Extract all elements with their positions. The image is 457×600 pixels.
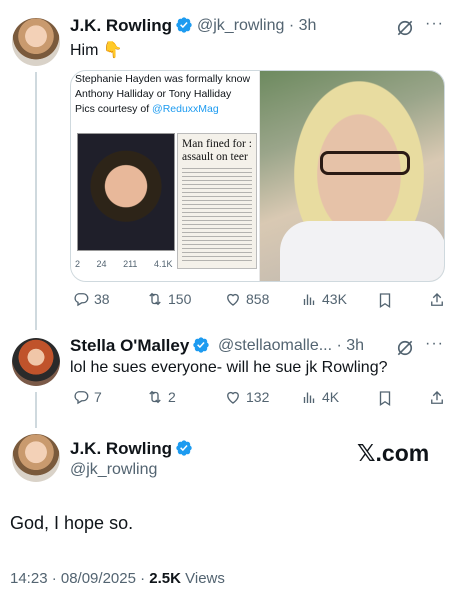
- author-handle[interactable]: @jk_rowling: [70, 461, 157, 479]
- like-count: 132: [246, 389, 270, 405]
- like-button[interactable]: 132: [224, 388, 269, 406]
- author-name[interactable]: Stella O'Malley: [70, 336, 210, 356]
- tweet-timestamp[interactable]: 14:23 · 08/09/2025 · 2.5K Views: [10, 570, 225, 587]
- tweet-time[interactable]: 3h: [299, 17, 317, 34]
- glasses-shape: [320, 151, 410, 175]
- embedded-text: was formally know: [161, 73, 251, 85]
- analytics-icon: [303, 392, 315, 403]
- avatar[interactable]: [12, 434, 60, 482]
- analytics-icon: [303, 294, 315, 305]
- heart-icon: [227, 391, 239, 404]
- repost-icon: [149, 390, 161, 404]
- thread-connector-line: [35, 392, 37, 428]
- grok-icon[interactable]: [395, 338, 415, 358]
- author-name-text: J.K. Rowling: [70, 16, 172, 35]
- tweet-text: Him 👇: [70, 42, 123, 59]
- repost-count: 2: [168, 389, 176, 405]
- like-button[interactable]: 858: [224, 290, 269, 308]
- selfie-image[interactable]: [260, 71, 444, 281]
- handle-text: @jk_rowling: [197, 17, 285, 34]
- views-count: 2.5K: [149, 570, 181, 587]
- reply-button[interactable]: 7: [72, 388, 102, 406]
- views-button[interactable]: 43K: [300, 290, 347, 308]
- author-name[interactable]: J.K. Rowling: [70, 16, 193, 36]
- embedded-text: Pics courtesy of: [75, 103, 153, 115]
- embedded-media[interactable]: Stephanie Hayden was formally know Antho…: [70, 70, 445, 282]
- heart-icon: [227, 293, 239, 306]
- embedded-name: Stephanie Hayden: [75, 73, 162, 85]
- embedded-like-count: 211: [123, 259, 138, 269]
- author-handle[interactable]: @jk_rowling · 3h: [197, 17, 316, 35]
- watermark: 𝕏.com: [357, 440, 430, 466]
- handle-text: @stellaomalle...: [218, 337, 333, 354]
- verified-badge-icon: [176, 440, 192, 456]
- screenshot-image[interactable]: Stephanie Hayden was formally know Antho…: [71, 71, 259, 281]
- verified-badge-icon: [193, 337, 210, 353]
- verified-badge-icon: [176, 17, 192, 33]
- view-count: 4K: [322, 389, 340, 405]
- repost-icon: [149, 292, 161, 306]
- reply-icon: [74, 293, 89, 307]
- reply-button[interactable]: 38: [72, 290, 110, 308]
- views-label: Views: [180, 570, 225, 587]
- share-icon[interactable]: [428, 291, 446, 309]
- author-name-text: Stella O'Malley: [70, 336, 190, 355]
- tweet-text: lol he sues everyone- will he sue jk Row…: [70, 359, 388, 376]
- tweet-time[interactable]: 3h: [346, 337, 364, 354]
- avatar[interactable]: [12, 18, 60, 66]
- embedded-text: Anthony Halliday or Tony Halliday: [75, 88, 232, 100]
- embedded-metrics: 2 24 211 4.1K: [75, 259, 186, 269]
- clipping-headline: Man fined for :: [182, 138, 252, 150]
- view-count: 43K: [322, 291, 347, 307]
- avatar[interactable]: [12, 338, 60, 386]
- newspaper-photo: [77, 133, 175, 251]
- clipping-body-text: [182, 168, 252, 264]
- reply-icon: [74, 391, 89, 405]
- embedded-repost-count: 24: [96, 259, 107, 269]
- author-name[interactable]: J.K. Rowling: [70, 439, 193, 459]
- grok-icon[interactable]: [395, 18, 415, 38]
- reply-count: 7: [94, 389, 102, 405]
- bookmark-icon[interactable]: [376, 291, 394, 309]
- thread-connector-line: [35, 72, 37, 330]
- repost-button[interactable]: 150: [146, 290, 191, 308]
- author-name-text: J.K. Rowling: [70, 439, 172, 458]
- timestamp-text: 14:23 · 08/09/2025 ·: [10, 570, 150, 587]
- reply-count: 38: [94, 291, 110, 307]
- more-options-icon[interactable]: ···: [425, 15, 444, 33]
- author-handle[interactable]: @stellaomalle... · 3h: [218, 337, 364, 355]
- tweet-text: God, I hope so.: [10, 513, 134, 533]
- like-count: 858: [246, 291, 270, 307]
- embedded-reply-count: 2: [75, 259, 81, 269]
- repost-count: 150: [168, 291, 192, 307]
- embedded-view-count: 4.1K: [153, 259, 173, 269]
- bookmark-icon[interactable]: [376, 389, 394, 407]
- shirt-shape: [280, 221, 444, 281]
- views-button[interactable]: 4K: [300, 388, 339, 406]
- share-icon[interactable]: [428, 389, 446, 407]
- repost-button[interactable]: 2: [146, 388, 176, 406]
- newspaper-clipping: Man fined for : assault on teer: [177, 133, 257, 269]
- clipping-headline: assault on teer: [182, 151, 248, 163]
- embedded-link[interactable]: @ReduxxMag: [152, 103, 219, 115]
- more-options-icon[interactable]: ···: [425, 335, 444, 353]
